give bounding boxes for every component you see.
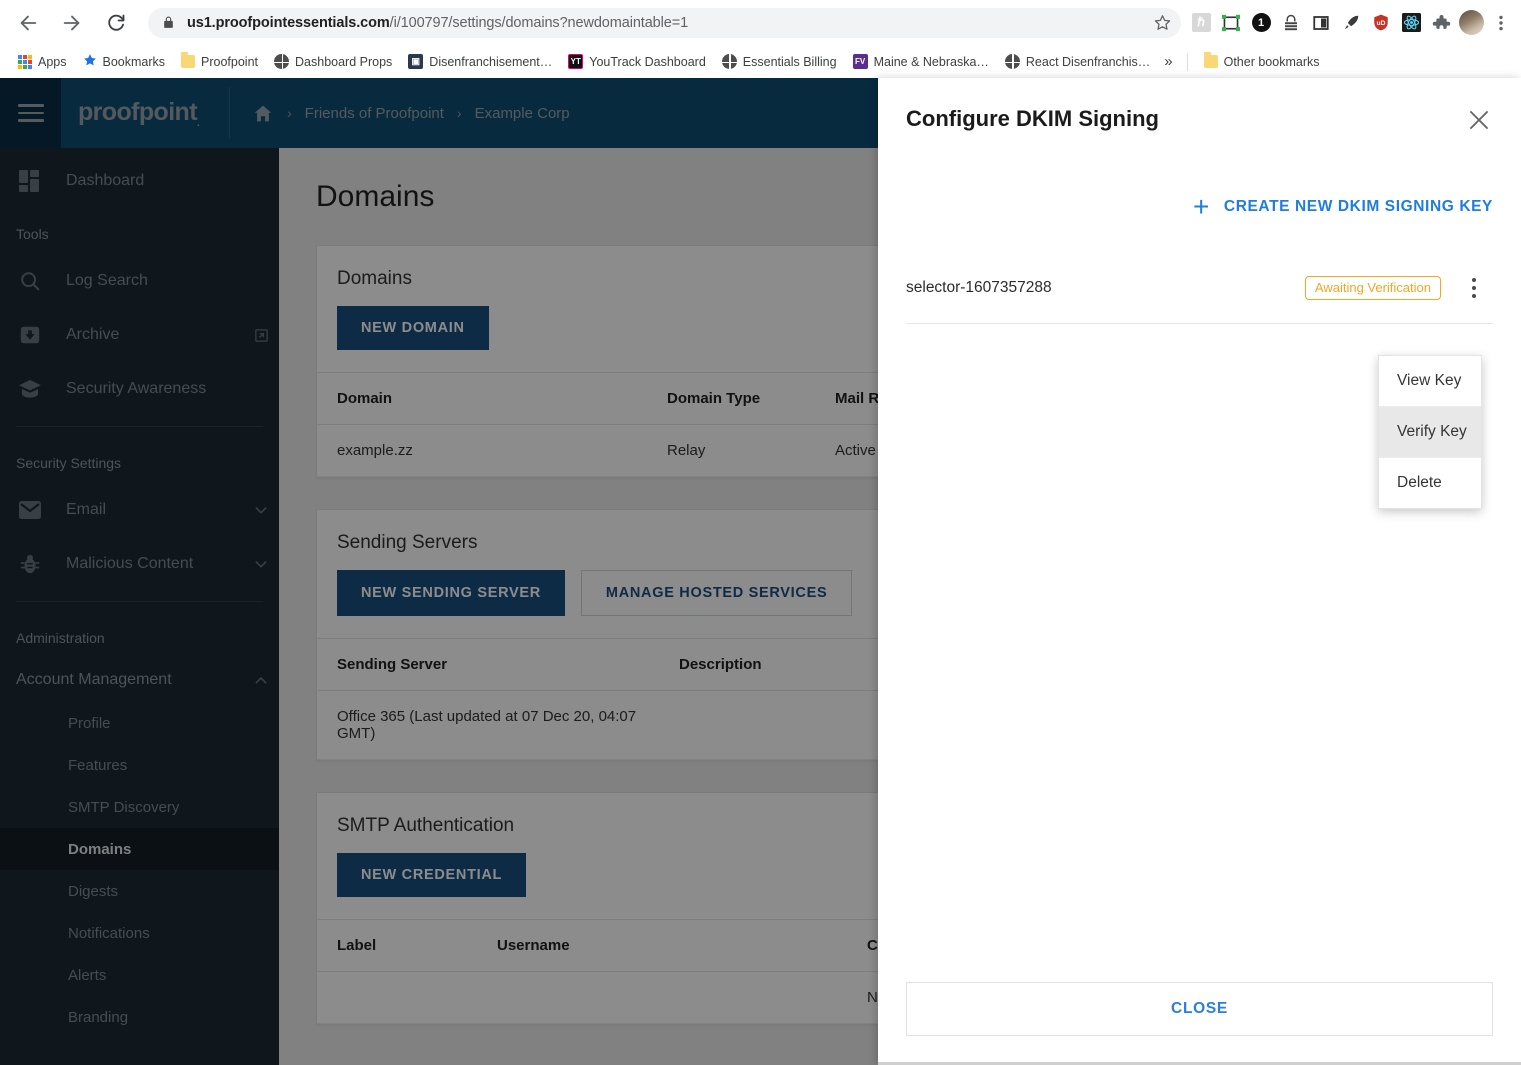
modal-body: + CREATE NEW DKIM SIGNING KEY selector-1… [878,137,1521,982]
react-devtools-icon[interactable] [1397,9,1425,37]
modal-footer: CLOSE [878,982,1521,1062]
bookmarks-bar: Apps Bookmarks Proofpoint Dashboard Prop… [0,45,1521,78]
bookmark-react-disenfranchise[interactable]: React Disenfranchis… [997,51,1158,72]
bookmark-essentials-billing[interactable]: Essentials Billing [714,51,845,72]
bookmark-label: Disenfranchisement… [429,55,552,69]
configure-dkim-signing-modal: Configure DKIM Signing + CREATE NEW DKIM… [878,78,1521,1065]
bookmark-dashboard-props[interactable]: Dashboard Props [266,51,400,72]
menu-item-verify-key[interactable]: Verify Key [1379,407,1481,458]
reload-icon[interactable] [98,5,134,41]
bookmark-label: Proofpoint [201,55,258,69]
close-button[interactable]: CLOSE [906,982,1493,1036]
menu-item-view-key[interactable]: View Key [1379,356,1481,407]
close-x-icon[interactable] [1465,106,1493,137]
bookmark-label: Maine & Nebraska… [874,55,989,69]
bookmark-label: Essentials Billing [743,55,837,69]
folder-icon [1204,55,1218,68]
modal-title: Configure DKIM Signing [906,106,1159,132]
dkim-key-context-menu: View Key Verify Key Delete [1378,355,1482,509]
globe-icon [1005,54,1020,69]
screenshot-extension-icon[interactable] [1217,9,1245,37]
globe-icon [722,54,737,69]
rocket-extension-icon[interactable] [1337,9,1365,37]
youtrack-icon: YT [568,54,583,69]
bookmark-label: YouTrack Dashboard [589,55,706,69]
password-manager-icon[interactable] [1277,9,1305,37]
bookmarks-overflow-button[interactable]: » [1158,53,1178,70]
notification-badge-icon[interactable]: 1 [1247,9,1275,37]
apps-grid-icon [18,55,32,69]
status-badge: Awaiting Verification [1305,276,1441,300]
bookmark-label: Bookmarks [103,55,166,69]
profile-avatar-icon[interactable] [1457,9,1485,37]
bookmark-maine-nebraska[interactable]: FV Maine & Nebraska… [845,51,997,72]
bookmark-label: Dashboard Props [295,55,392,69]
create-new-dkim-signing-key-button[interactable]: + CREATE NEW DKIM SIGNING KEY [1193,189,1493,225]
bookmark-label: Apps [38,55,67,69]
hypothesis-extension-icon[interactable]: ℏ [1187,9,1215,37]
lock-icon [162,15,175,30]
address-bar[interactable]: us1.proofpointessentials.com/i/100797/se… [148,8,1181,38]
bookmark-youtrack[interactable]: YT YouTrack Dashboard [560,51,714,72]
chrome-menu-icon[interactable] [1487,9,1515,37]
bookmark-bookmarks[interactable]: Bookmarks [75,50,174,73]
browser-nav-bar: us1.proofpointessentials.com/i/100797/se… [0,0,1521,45]
star-icon [83,53,97,70]
ublock-origin-icon[interactable]: uD [1367,9,1395,37]
forward-arrow-icon[interactable] [54,5,90,41]
bookmark-star-icon[interactable] [1149,10,1175,36]
bookmark-apps[interactable]: Apps [10,52,75,72]
dkim-key-row: selector-1607357288 Awaiting Verificatio… [906,271,1493,324]
bookmark-proofpoint[interactable]: Proofpoint [173,52,266,72]
plus-icon: + [1193,193,1210,221]
create-key-label: CREATE NEW DKIM SIGNING KEY [1224,198,1493,216]
browser-toolbar-icons: ℏ 1 uD [1187,9,1521,37]
url-path: /i/100797/settings/domains?newdomaintabl… [390,15,688,31]
menu-item-delete[interactable]: Delete [1379,458,1481,508]
bookmark-label: React Disenfranchis… [1026,55,1150,69]
bookmark-other-bookmarks[interactable]: Other bookmarks [1196,52,1328,72]
reading-pane-icon[interactable] [1307,9,1335,37]
modal-header: Configure DKIM Signing [878,78,1521,137]
dkim-key-selector: selector-1607357288 [906,279,1305,297]
svg-text:uD: uD [1377,20,1386,27]
kebab-menu-icon[interactable] [1455,271,1493,305]
bookmarks-divider [1187,53,1188,71]
folder-icon [181,55,195,68]
back-arrow-icon[interactable] [10,5,46,41]
terminal-icon: ▣ [408,54,423,69]
globe-icon [274,54,289,69]
create-key-row: + CREATE NEW DKIM SIGNING KEY [906,137,1493,225]
browser-chrome: us1.proofpointessentials.com/i/100797/se… [0,0,1521,78]
bookmark-disenfranchisement[interactable]: ▣ Disenfranchisement… [400,51,560,72]
extensions-puzzle-icon[interactable] [1427,9,1455,37]
fv-icon: FV [853,54,868,69]
bookmark-label: Other bookmarks [1224,55,1320,69]
url-domain: us1.proofpointessentials.com [187,15,390,31]
url-text: us1.proofpointessentials.com/i/100797/se… [187,15,688,31]
